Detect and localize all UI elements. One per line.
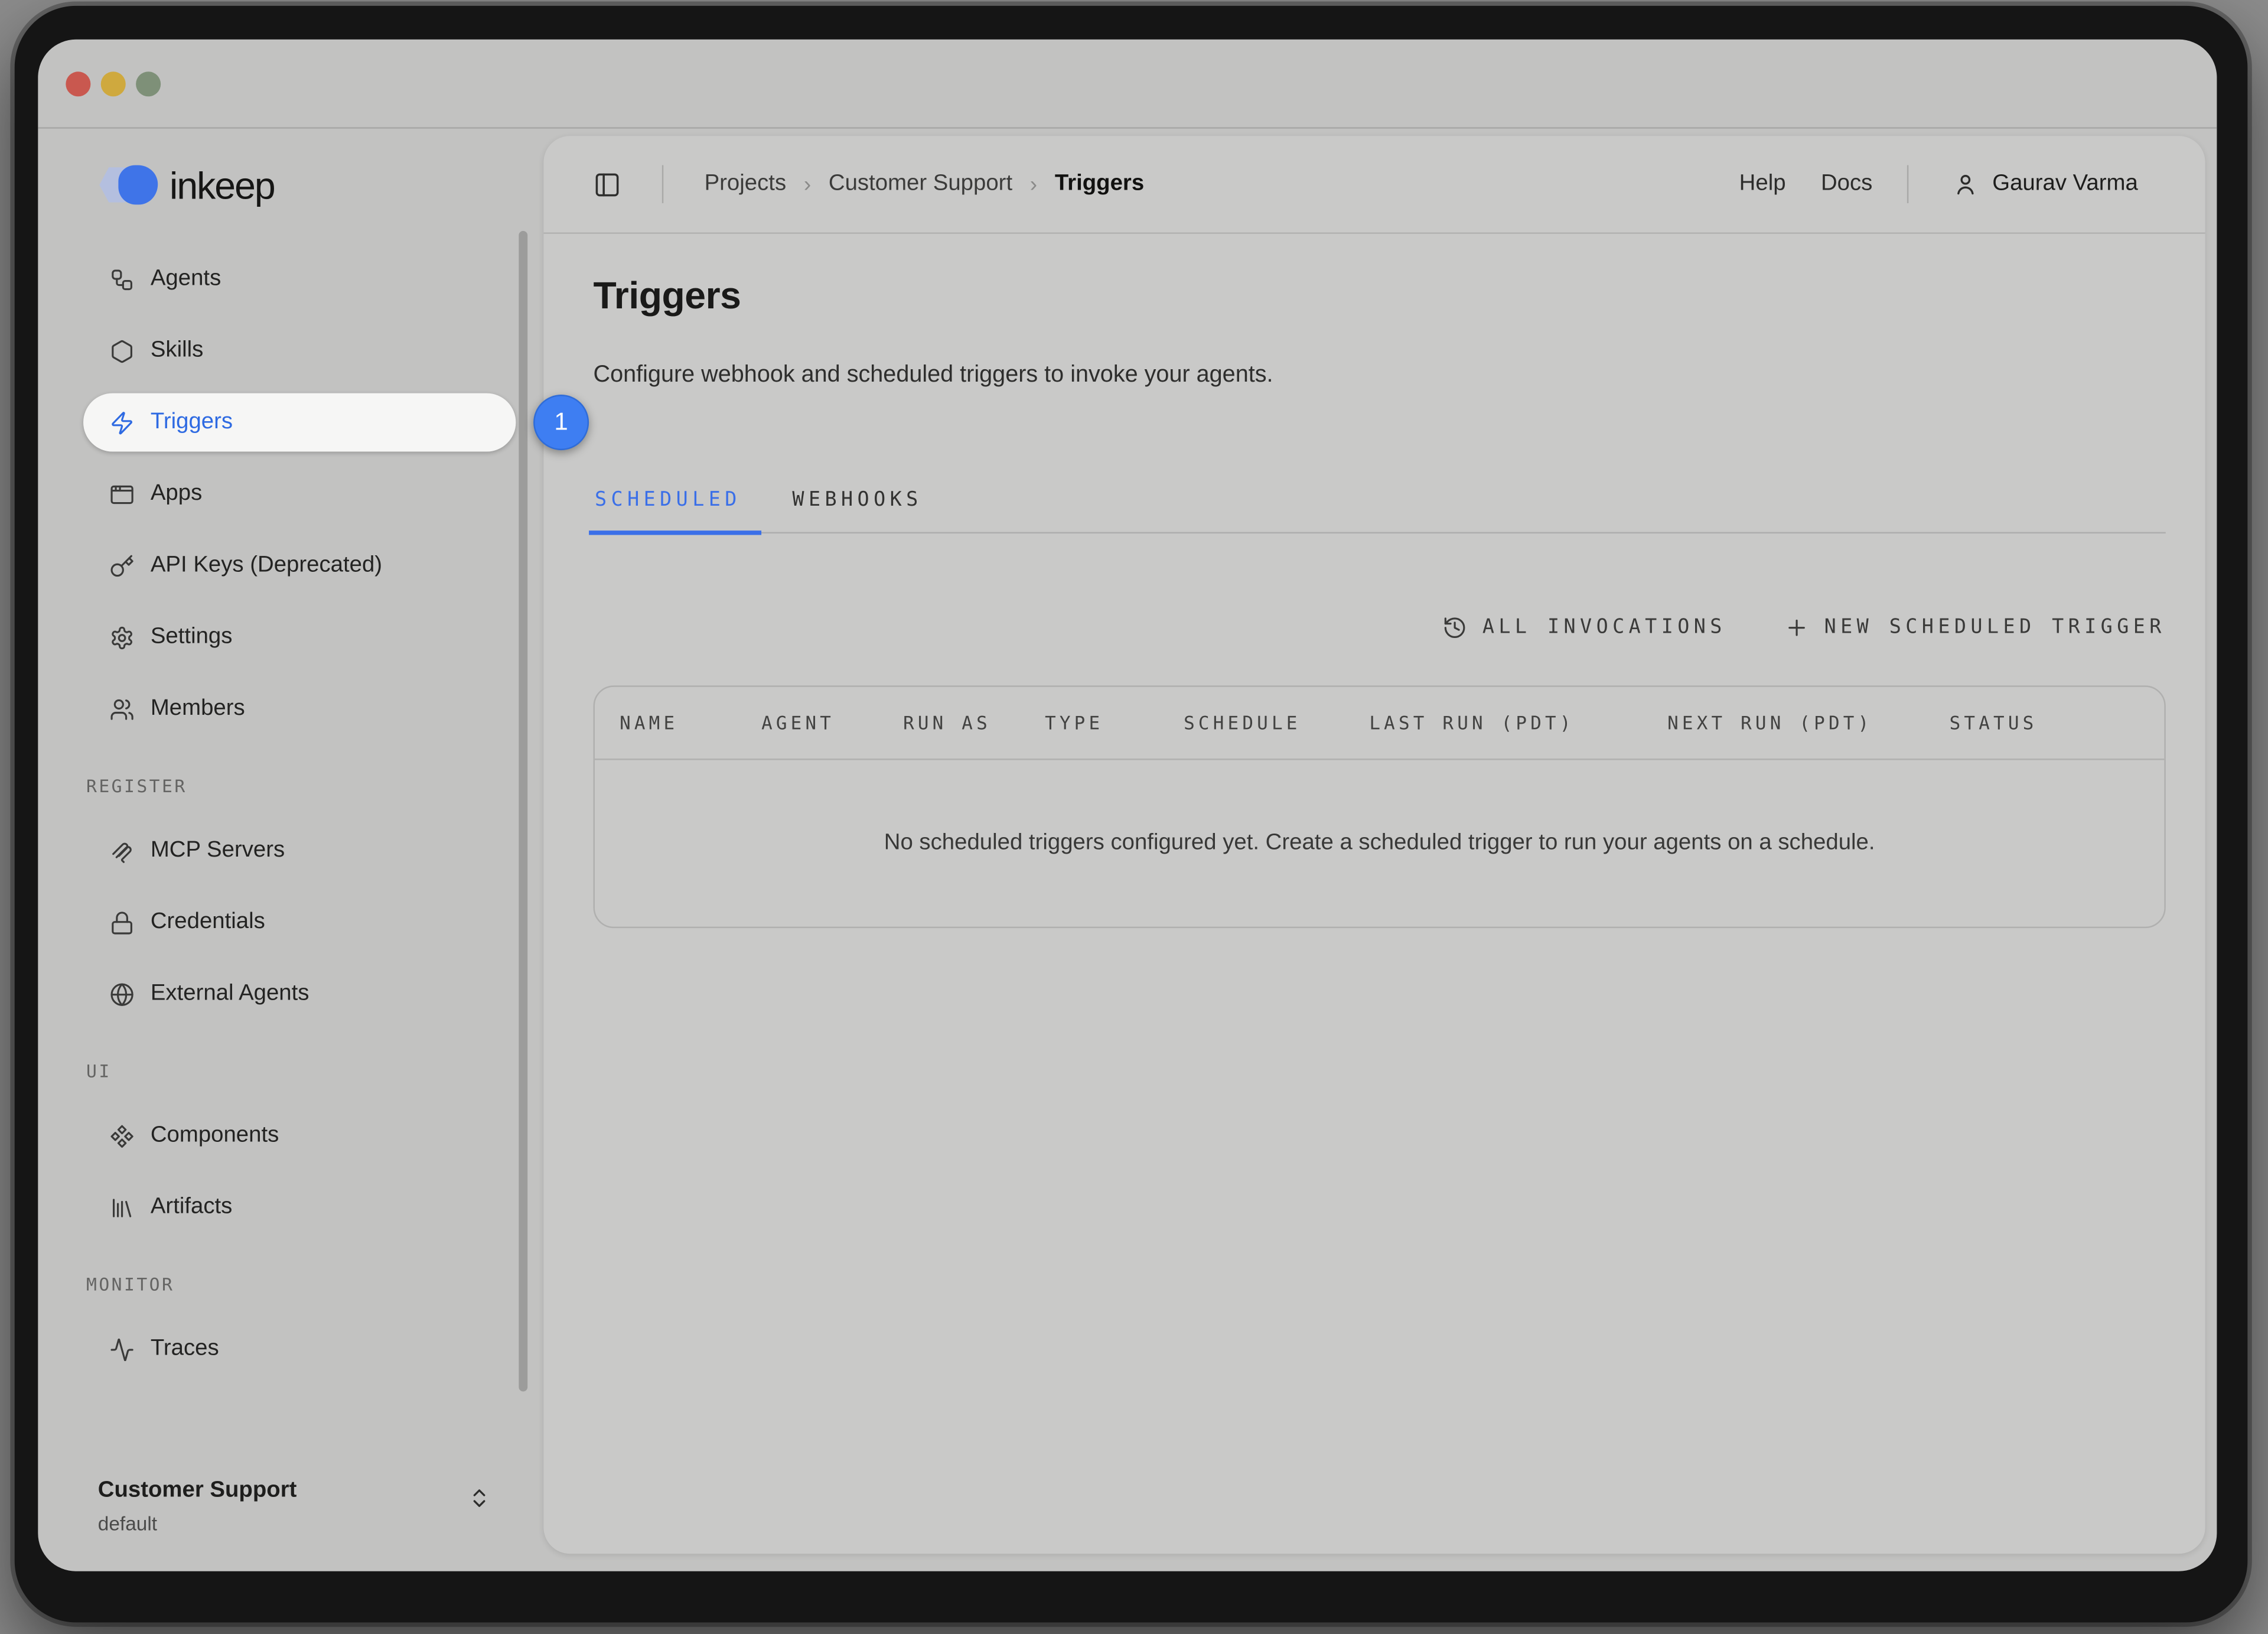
history-icon xyxy=(1443,614,1468,639)
users-icon xyxy=(110,696,135,721)
sidebar-item-label: API Keys (Deprecated) xyxy=(151,552,382,579)
hexagon-icon xyxy=(110,338,135,363)
gear-icon xyxy=(110,625,135,650)
sidebar-item-label: Members xyxy=(151,696,245,722)
button-label: NEW SCHEDULED TRIGGER xyxy=(1824,616,2166,639)
breadcrumb-projects[interactable]: Projects xyxy=(705,171,787,197)
breadcrumb: Projects › Customer Support › Triggers xyxy=(662,165,1144,203)
help-link[interactable]: Help xyxy=(1739,171,1786,197)
triggers-table: NAME AGENT RUN AS TYPE SCHEDULE LAST RUN… xyxy=(594,685,2166,928)
tab-scheduled[interactable]: SCHEDULED xyxy=(594,488,743,532)
all-invocations-button[interactable]: ALL INVOCATIONS xyxy=(1443,614,1726,639)
lock-icon xyxy=(110,910,135,935)
breadcrumb-triggers: Triggers xyxy=(1055,171,1144,197)
key-icon xyxy=(110,553,135,578)
sidebar-item-label: Agents xyxy=(151,266,221,292)
column-header-next-run: NEXT RUN (PDT) xyxy=(1667,712,1950,734)
chevrons-up-down-icon xyxy=(468,1486,491,1510)
sidebar-item-label: Settings xyxy=(151,624,233,650)
sidebar-item-label: Credentials xyxy=(151,909,265,936)
column-header-name: NAME xyxy=(620,712,761,734)
library-icon xyxy=(110,1195,135,1220)
titlebar xyxy=(38,40,2217,129)
close-button[interactable] xyxy=(66,71,90,96)
section-header-monitor: MONITOR xyxy=(86,1273,516,1297)
panel-left-icon[interactable] xyxy=(594,170,621,198)
table-empty-state: No scheduled triggers configured yet. Cr… xyxy=(595,760,2164,927)
screenshot-stage: inkeep Agents Skills Triggers Apps xyxy=(0,0,2268,1634)
inkeep-logo-mark-icon xyxy=(99,165,161,206)
new-scheduled-trigger-button[interactable]: NEW SCHEDULED TRIGGER xyxy=(1785,614,2166,639)
sidebar-item-skills[interactable]: Skills xyxy=(83,321,516,380)
user-menu[interactable]: Gaurav Varma xyxy=(1953,171,2137,197)
column-header-agent: AGENT xyxy=(761,712,903,734)
button-label: ALL INVOCATIONS xyxy=(1482,616,1726,639)
user-icon xyxy=(1953,171,1979,197)
page-description: Configure webhook and scheduled triggers… xyxy=(594,361,2166,389)
project-switcher[interactable]: Customer Support default xyxy=(98,1476,509,1536)
sidebar-item-settings[interactable]: Settings xyxy=(83,608,516,666)
project-name: Customer Support xyxy=(98,1476,509,1504)
plus-icon xyxy=(1785,614,1810,639)
activity-icon xyxy=(110,1337,135,1362)
chevron-right-icon: › xyxy=(1030,172,1037,197)
component-icon xyxy=(110,1123,135,1148)
globe-icon xyxy=(110,981,135,1006)
actions-row: ALL INVOCATIONS NEW SCHEDULED TRIGGER xyxy=(594,608,2166,646)
user-name: Gaurav Varma xyxy=(1992,171,2138,197)
main-panel: Projects › Customer Support › Triggers H… xyxy=(543,136,2205,1554)
sidebar-item-label: Triggers xyxy=(151,409,233,436)
minimize-button[interactable] xyxy=(101,71,126,96)
sidebar-item-traces[interactable]: Traces xyxy=(83,1320,516,1378)
workflow-icon xyxy=(110,267,135,292)
app-window-icon xyxy=(110,481,135,506)
header-divider xyxy=(1908,165,1909,203)
mcp-icon xyxy=(110,838,135,863)
column-header-schedule: SCHEDULE xyxy=(1184,712,1369,734)
zoom-button[interactable] xyxy=(136,71,161,96)
sidebar-item-label: Components xyxy=(151,1122,279,1149)
sidebar-item-label: Artifacts xyxy=(151,1194,233,1220)
sidebar-item-label: MCP Servers xyxy=(151,838,285,864)
sidebar-item-members[interactable]: Members xyxy=(83,680,516,738)
panel-header: Projects › Customer Support › Triggers H… xyxy=(543,136,2205,234)
sidebar-item-components[interactable]: Components xyxy=(83,1106,516,1165)
sidebar-item-label: External Agents xyxy=(151,981,309,1007)
page-content: Triggers Configure webhook and scheduled… xyxy=(543,274,2205,928)
sidebar-item-mcp-servers[interactable]: MCP Servers xyxy=(83,822,516,880)
section-header-ui: UI xyxy=(86,1060,516,1083)
sidebar-item-apps[interactable]: Apps xyxy=(83,465,516,523)
chevron-right-icon: › xyxy=(804,172,811,197)
sidebar-item-credentials[interactable]: Credentials xyxy=(83,893,516,952)
sidebar-scrollbar[interactable] xyxy=(519,231,527,1392)
column-header-last-run: LAST RUN (PDT) xyxy=(1369,712,1667,734)
sidebar-item-api-keys[interactable]: API Keys (Deprecated) xyxy=(83,536,516,595)
column-header-status: STATUS xyxy=(1950,712,2038,734)
page-title: Triggers xyxy=(594,274,2166,317)
tab-webhooks[interactable]: WEBHOOKS xyxy=(791,488,924,532)
section-header-register: REGISTER xyxy=(86,774,516,798)
logo-text: inkeep xyxy=(170,167,275,204)
sidebar-item-artifacts[interactable]: Artifacts xyxy=(83,1178,516,1236)
zap-icon xyxy=(110,410,135,435)
sidebar-item-triggers[interactable]: Triggers xyxy=(83,393,516,452)
breadcrumb-customer-support[interactable]: Customer Support xyxy=(829,171,1012,197)
sidebar-item-external-agents[interactable]: External Agents xyxy=(83,965,516,1023)
project-environment: default xyxy=(98,1513,509,1537)
sidebar-item-label: Apps xyxy=(151,481,202,507)
inkeep-logo: inkeep xyxy=(99,165,543,206)
sidebar: inkeep Agents Skills Triggers Apps xyxy=(38,127,543,1571)
sidebar-item-label: Traces xyxy=(151,1336,219,1362)
column-header-type: TYPE xyxy=(1045,712,1184,734)
sidebar-item-agents[interactable]: Agents xyxy=(83,250,516,308)
column-header-run-as: RUN AS xyxy=(903,712,1045,734)
app-window: inkeep Agents Skills Triggers Apps xyxy=(38,40,2217,1571)
docs-link[interactable]: Docs xyxy=(1821,171,1872,197)
table-header-row: NAME AGENT RUN AS TYPE SCHEDULE LAST RUN… xyxy=(595,687,2164,760)
sidebar-item-label: Skills xyxy=(151,338,203,364)
header-divider xyxy=(662,165,663,203)
sidebar-nav: Agents Skills Triggers Apps API Keys (De… xyxy=(83,250,516,1378)
annotation-badge-1: 1 xyxy=(533,395,589,450)
tab-bar: SCHEDULED WEBHOOKS xyxy=(594,488,2166,533)
